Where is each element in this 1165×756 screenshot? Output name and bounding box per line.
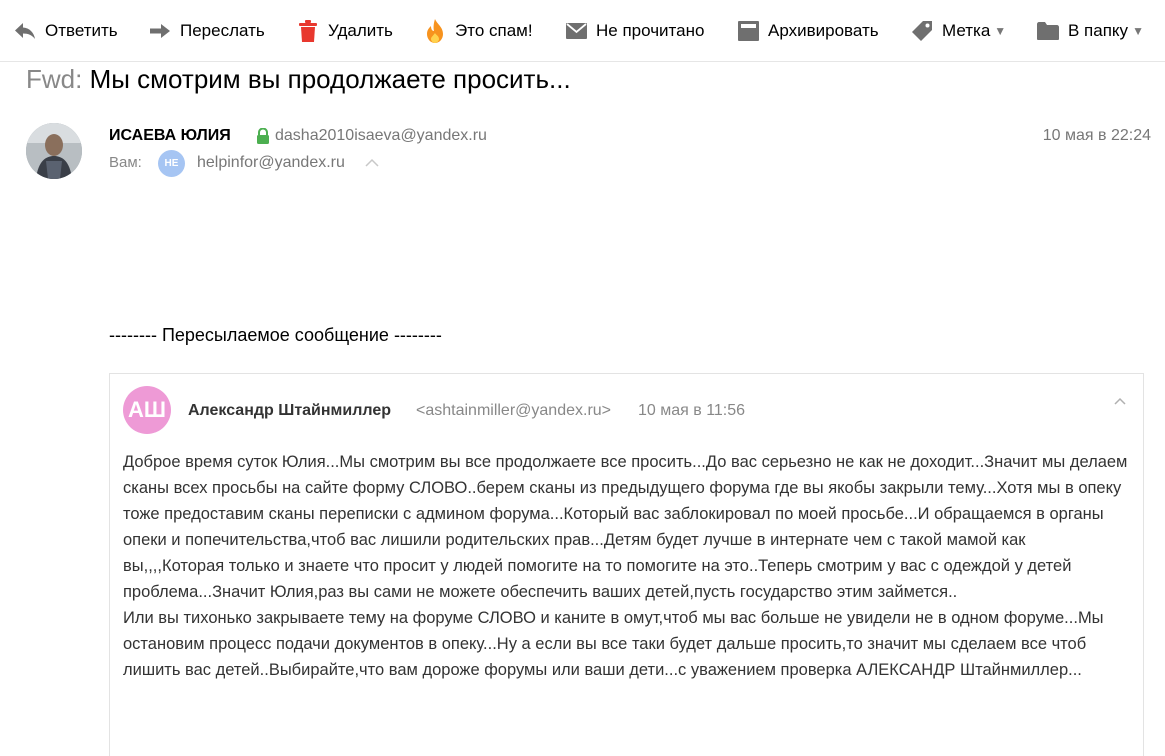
subject-text: Мы смотрим вы продолжаете просить... (89, 64, 571, 94)
label-dropdown[interactable]: Метка ▼ (911, 18, 1006, 44)
archive-label: Архивировать (768, 21, 879, 40)
quoted-message: АШ Александр Штайнмиллер <ashtainmiller@… (109, 373, 1144, 756)
sender-email[interactable]: dasha2010isaeva@yandex.ru (275, 127, 487, 145)
sender-avatar[interactable] (26, 123, 82, 179)
quoted-sender-name[interactable]: Александр Штайнмиллер (188, 402, 391, 420)
lock-icon (256, 127, 270, 144)
message-date: 10 мая в 22:24 (1042, 127, 1151, 144)
reply-label: Ответить (45, 21, 118, 40)
label-label: Метка (942, 21, 991, 40)
move-to-folder-dropdown[interactable]: В папку ▼ (1037, 18, 1144, 44)
spam-label: Это спам! (455, 21, 533, 40)
forwarded-message-header: -------- Пересылаемое сообщение -------- (109, 325, 442, 345)
folder-label: В папку (1068, 21, 1129, 40)
chevron-down-icon: ▼ (994, 24, 1007, 38)
message-toolbar: Ответить Переслать Удалить Это спам! Не … (0, 0, 1165, 62)
forward-icon (149, 20, 171, 42)
recipient-avatar[interactable]: HE (158, 150, 185, 177)
trash-icon (297, 20, 319, 42)
quoted-message-body: Доброе время суток Юлия...Мы смотрим вы … (123, 449, 1128, 683)
collapse-chevron-icon[interactable] (1113, 394, 1127, 406)
sender-name[interactable]: ИСАЕВА ЮЛИЯ (109, 127, 231, 145)
tag-icon (911, 20, 933, 42)
folder-icon (1037, 20, 1059, 42)
quoted-sender-avatar[interactable]: АШ (123, 386, 171, 434)
reply-button[interactable]: Ответить (14, 18, 118, 44)
body-paragraph: Доброе время суток Юлия...Мы смотрим вы … (123, 453, 1128, 601)
quoted-date: 10 мая в 11:56 (638, 402, 746, 419)
archive-button[interactable]: Архивировать (737, 18, 879, 44)
envelope-icon (565, 20, 587, 42)
reply-icon (14, 20, 36, 42)
forward-button[interactable]: Переслать (149, 18, 265, 44)
message-subject: Fwd: Мы смотрим вы продолжаете просить..… (26, 64, 571, 95)
quoted-sender-email[interactable]: <ashtainmiller@yandex.ru> (416, 402, 611, 420)
spam-button[interactable]: Это спам! (424, 18, 533, 44)
archive-icon (737, 20, 759, 42)
chevron-down-icon: ▼ (1132, 24, 1144, 38)
fire-icon (424, 19, 446, 43)
subject-prefix: Fwd: (26, 64, 83, 94)
mark-unread-button[interactable]: Не прочитано (565, 18, 704, 44)
delete-button[interactable]: Удалить (297, 18, 393, 44)
delete-label: Удалить (328, 21, 393, 40)
forward-label: Переслать (180, 21, 265, 40)
recipient-email[interactable]: helpinfor@yandex.ru (197, 154, 345, 172)
recipient-label: Вам: (109, 154, 142, 171)
chevron-up-icon[interactable] (364, 156, 380, 170)
body-paragraph: Или вы тихонько закрываете тему на форум… (123, 609, 1104, 679)
unread-label: Не прочитано (596, 21, 705, 40)
